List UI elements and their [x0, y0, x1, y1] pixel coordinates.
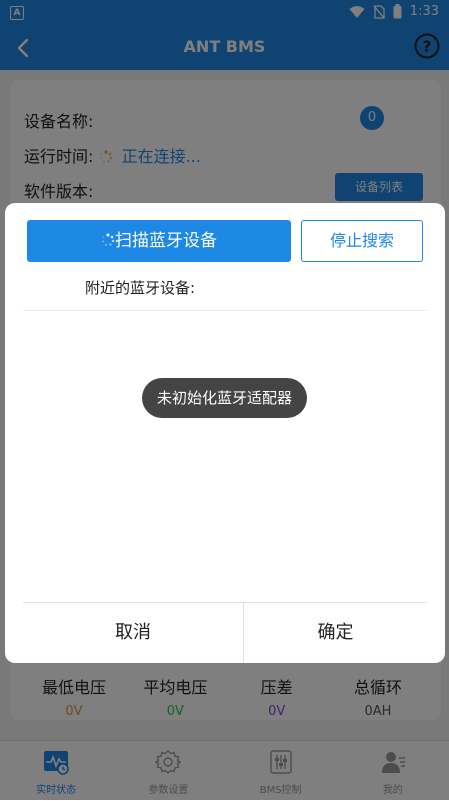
toast-message: 未初始化蓝牙适配器 [142, 378, 307, 418]
scan-button-label: 扫描蓝牙设备 [115, 231, 217, 251]
divider [23, 310, 427, 311]
stop-search-button[interactable]: 停止搜索 [301, 220, 423, 262]
loading-spinner-icon [102, 233, 115, 246]
confirm-button[interactable]: 确定 [244, 603, 427, 663]
cancel-button[interactable]: 取消 [23, 603, 243, 663]
bluetooth-scan-dialog: 扫描蓝牙设备 停止搜索 附近的蓝牙设备: 未初始化蓝牙适配器 取消 确定 [5, 203, 445, 663]
nearby-devices-label: 附近的蓝牙设备: [85, 279, 196, 297]
scan-bluetooth-button[interactable]: 扫描蓝牙设备 [27, 220, 291, 262]
